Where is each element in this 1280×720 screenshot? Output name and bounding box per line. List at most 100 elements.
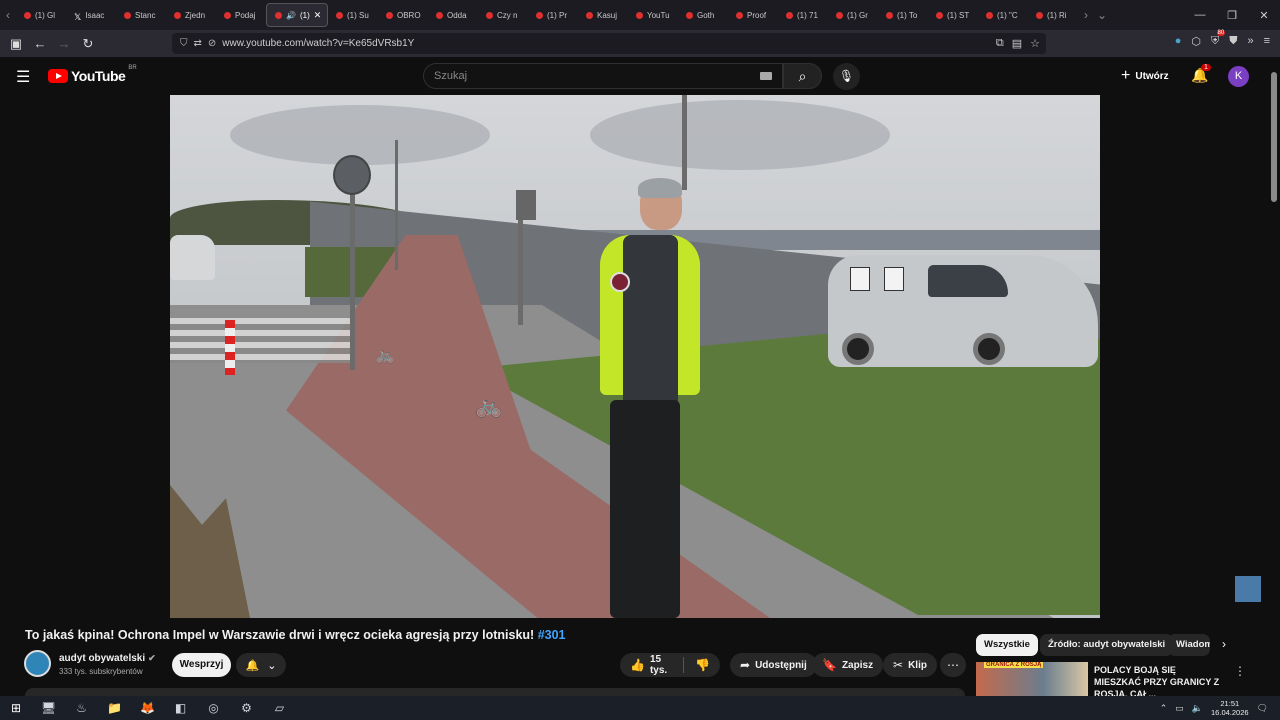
more-vertical-icon[interactable]: ⋮: [1234, 664, 1246, 678]
permissions-icon[interactable]: ⇄: [194, 38, 202, 49]
save-button[interactable]: 🔖 Zapisz: [812, 653, 884, 677]
app-icon[interactable]: ◎: [197, 701, 230, 715]
notifications-icon[interactable]: 🗨: [1257, 703, 1268, 714]
shield-extension-icon[interactable]: ⛊: [1229, 35, 1237, 48]
tab-scroll-left-icon[interactable]: ‹: [0, 8, 16, 22]
clip-button[interactable]: ✂ Klip: [883, 653, 937, 677]
no-tracking-icon[interactable]: ⊘: [208, 38, 216, 49]
search-input[interactable]: Szukaj: [423, 63, 783, 89]
tab-scroll-right-icon[interactable]: ›: [1078, 8, 1094, 22]
browser-tab[interactable]: (1) To: [878, 3, 928, 27]
thumbs-up-icon[interactable]: 👍: [630, 658, 645, 672]
support-button[interactable]: Wesprzyj: [172, 653, 231, 677]
browser-tab[interactable]: (1) 71: [778, 3, 828, 27]
overflow-chevron-icon[interactable]: »: [1247, 35, 1253, 48]
puzzle-extension-icon[interactable]: ⬡: [1191, 35, 1201, 48]
reload-icon[interactable]: ↻: [76, 36, 100, 52]
video-player[interactable]: 🚲 🚲: [170, 95, 1100, 618]
minimize-icon[interactable]: —: [1184, 9, 1216, 22]
browser-tab[interactable]: 𝕏 Isaac: [66, 3, 116, 27]
browser-tab[interactable]: (1) Ri: [1028, 3, 1078, 27]
browser-tab[interactable]: (1) Pr: [528, 3, 578, 27]
file-explorer-icon[interactable]: 📁: [98, 701, 131, 715]
chevron-right-icon[interactable]: ›: [1222, 637, 1226, 651]
video-scene-lamp-pole: [682, 95, 687, 190]
voice-search-button[interactable]: 🎙: [833, 63, 860, 90]
forward-icon[interactable]: →: [52, 36, 76, 51]
notification-badge: 1: [1201, 64, 1211, 71]
browser-tab[interactable]: Kasuj: [578, 3, 628, 27]
tray-chevron-up-icon[interactable]: ⌃: [1160, 703, 1168, 714]
more-actions-button[interactable]: ⋯: [940, 653, 966, 677]
browser-tab[interactable]: (1) Gl: [16, 3, 66, 27]
browser-tab[interactable]: Czy n: [478, 3, 528, 27]
youtube-favicon-icon: [936, 11, 943, 19]
restore-icon[interactable]: ❐: [1216, 9, 1248, 22]
clock-time: 21:51: [1220, 699, 1240, 708]
steam-icon[interactable]: ♨: [65, 701, 98, 715]
browser-tab[interactable]: (1) Gr: [828, 3, 878, 27]
chip-source[interactable]: Źródło: audyt obywatelski: [1040, 634, 1174, 656]
thumbs-down-icon[interactable]: 👎: [695, 658, 710, 672]
clock[interactable]: 21:51 16.04.2026: [1211, 699, 1249, 717]
subscription-notifications-button[interactable]: 🔔 ⌄: [236, 653, 286, 677]
scrollbar-thumb[interactable]: [1271, 72, 1277, 202]
recommendation-title[interactable]: POLACY BOJĄ SIĘ MIESZKAĆ PRZY GRANICY Z …: [1094, 664, 1224, 700]
channel-watermark[interactable]: [1235, 576, 1261, 602]
browser-tab[interactable]: Zjedn: [166, 3, 216, 27]
like-count[interactable]: 15 tys.: [650, 654, 672, 676]
sidebar-toggle-icon[interactable]: ▣: [4, 36, 28, 52]
chip-all[interactable]: Wszystkie: [976, 634, 1038, 656]
vpn-extension-icon[interactable]: ●: [1175, 35, 1182, 48]
browser-tab[interactable]: (1) Su: [328, 3, 378, 27]
notepad-icon[interactable]: ▱: [263, 701, 296, 715]
avatar[interactable]: K: [1228, 66, 1249, 87]
notifications-button[interactable]: 🔔 1: [1191, 64, 1211, 84]
hamburger-menu-icon[interactable]: ☰: [16, 67, 30, 87]
browser-tab[interactable]: YouTu: [628, 3, 678, 27]
channel-name[interactable]: audyt obywatelski ✔: [59, 653, 156, 664]
tab-list-chevron-icon[interactable]: ⌄: [1094, 8, 1110, 22]
description-box[interactable]: [25, 688, 965, 696]
channel-avatar[interactable]: [24, 650, 51, 677]
back-icon[interactable]: ←: [28, 36, 52, 51]
browser-tab[interactable]: OBRO: [378, 3, 428, 27]
url-bar[interactable]: ⛉ ⇄ ⊘ www.youtube.com/watch?v=Ke65dVRsb1…: [172, 33, 1046, 54]
windows-start-icon[interactable]: ⊞: [0, 701, 32, 715]
url-text[interactable]: www.youtube.com/watch?v=Ke65dVRsb1Y: [222, 38, 414, 49]
youtube-logo[interactable]: YouTube BR: [48, 65, 137, 84]
keyboard-icon[interactable]: [760, 72, 772, 80]
volume-icon[interactable]: 🔈: [1192, 703, 1203, 714]
page-scrollbar[interactable]: [1268, 57, 1280, 696]
create-button[interactable]: + Utwórz: [1121, 67, 1169, 85]
speaker-icon[interactable]: 🔊: [286, 11, 296, 20]
ublock-extension-icon[interactable]: ⛨ 80: [1211, 30, 1226, 48]
browser-tab[interactable]: Podaj: [216, 3, 266, 27]
close-window-icon[interactable]: ✕: [1248, 9, 1280, 22]
network-icon[interactable]: ▭: [1175, 703, 1184, 714]
browser-tab[interactable]: (1) ST: [928, 3, 978, 27]
chip-news[interactable]: Wiadom: [1168, 634, 1210, 656]
epic-games-icon[interactable]: ◧: [164, 701, 197, 715]
firefox-icon[interactable]: 🦊: [131, 701, 164, 715]
app-menu-icon[interactable]: ≡: [1264, 35, 1270, 48]
picture-in-picture-icon[interactable]: ⧉: [996, 37, 1004, 50]
share-button[interactable]: ➦ Udostępnij: [730, 653, 817, 677]
recommendation-thumbnail[interactable]: GRANICA Z ROSJĄ: [976, 662, 1088, 696]
browser-tab-active[interactable]: 🔊 (1) ✕: [266, 3, 328, 27]
close-tab-icon[interactable]: ✕: [314, 10, 322, 21]
settings-gear-icon[interactable]: ⚙: [230, 701, 263, 715]
browser-tab[interactable]: Odda: [428, 3, 478, 27]
bookmark-star-icon[interactable]: ☆: [1030, 37, 1040, 50]
shield-icon[interactable]: ⛉: [180, 38, 188, 49]
video-title-text: To jakaś kpina! Ochrona Impel w Warszawi…: [25, 628, 535, 642]
browser-tab[interactable]: Stanc: [116, 3, 166, 27]
video-scene-sign-pole: [350, 170, 355, 370]
browser-tab[interactable]: Proof: [728, 3, 778, 27]
browser-tab[interactable]: Goth: [678, 3, 728, 27]
search-button[interactable]: ⌕: [783, 63, 822, 89]
browser-tab[interactable]: (1) "C: [978, 3, 1028, 27]
network-app-icon[interactable]: 🖥: [32, 701, 65, 715]
reader-view-icon[interactable]: ▤: [1012, 37, 1022, 50]
video-hashtag[interactable]: #301: [538, 628, 566, 642]
